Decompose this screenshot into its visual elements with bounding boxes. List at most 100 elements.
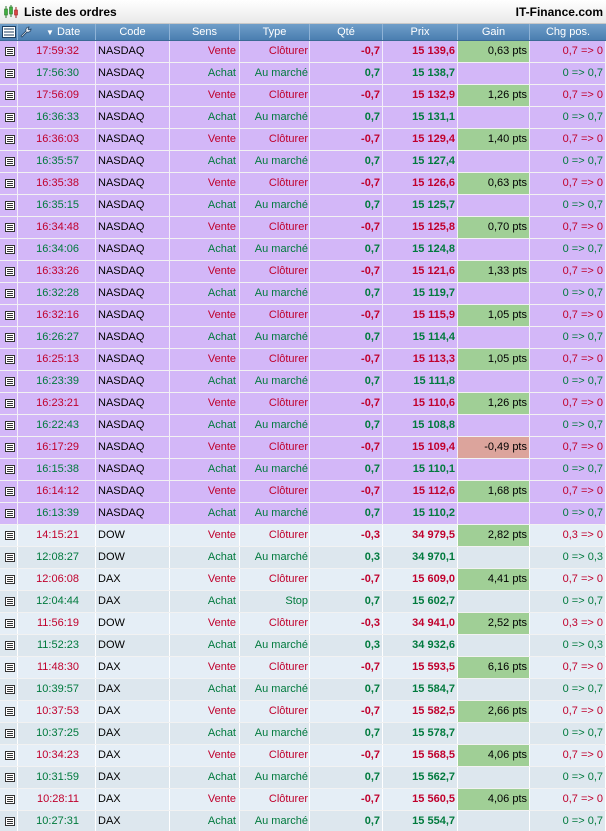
- table-row[interactable]: 14:15:21 DOW Vente Clôturer -0,3 34 979,5 2,82…: [0, 525, 606, 547]
- order-detail-icon[interactable]: [5, 465, 15, 474]
- order-detail-cell[interactable]: [0, 371, 18, 392]
- order-detail-icon[interactable]: [5, 267, 15, 276]
- order-detail-icon[interactable]: [5, 707, 15, 716]
- table-row[interactable]: 16:26:27 NASDAQ Achat Au marché 0,7 15 114,4 0…: [0, 327, 606, 349]
- order-detail-cell[interactable]: [0, 437, 18, 458]
- order-detail-cell[interactable]: [0, 239, 18, 260]
- order-detail-cell[interactable]: [0, 635, 18, 656]
- order-detail-cell[interactable]: [0, 767, 18, 788]
- table-row[interactable]: 12:08:27 DOW Achat Au marché 0,3 34 970,1 0 =>…: [0, 547, 606, 569]
- order-detail-cell[interactable]: [0, 261, 18, 282]
- table-row[interactable]: 16:36:33 NASDAQ Achat Au marché 0,7 15 131,1 0…: [0, 107, 606, 129]
- table-row[interactable]: 16:34:06 NASDAQ Achat Au marché 0,7 15 124,8 0…: [0, 239, 606, 261]
- order-detail-icon[interactable]: [5, 289, 15, 298]
- order-detail-cell[interactable]: [0, 591, 18, 612]
- table-row[interactable]: 12:04:44 DAX Achat Stop 0,7 15 602,7 0 => 0,7: [0, 591, 606, 613]
- order-detail-icon[interactable]: [5, 685, 15, 694]
- order-detail-icon[interactable]: [5, 333, 15, 342]
- table-row[interactable]: 16:22:43 NASDAQ Achat Au marché 0,7 15 108,8 0…: [0, 415, 606, 437]
- order-detail-icon[interactable]: [5, 399, 15, 408]
- table-row[interactable]: 16:15:38 NASDAQ Achat Au marché 0,7 15 110,1 0…: [0, 459, 606, 481]
- table-row[interactable]: 10:27:31 DAX Achat Au marché 0,7 15 554,7 0 =>…: [0, 811, 606, 831]
- order-detail-cell[interactable]: [0, 701, 18, 722]
- order-detail-cell[interactable]: [0, 349, 18, 370]
- order-detail-cell[interactable]: [0, 217, 18, 238]
- column-header-date[interactable]: ▼ Date: [34, 24, 96, 40]
- order-detail-cell[interactable]: [0, 503, 18, 524]
- table-row[interactable]: 16:35:38 NASDAQ Vente Clôturer -0,7 15 126,6 0…: [0, 173, 606, 195]
- order-detail-icon[interactable]: [5, 179, 15, 188]
- table-row[interactable]: 16:13:39 NASDAQ Achat Au marché 0,7 15 110,2 0…: [0, 503, 606, 525]
- order-detail-cell[interactable]: [0, 393, 18, 414]
- order-detail-icon[interactable]: [5, 355, 15, 364]
- order-detail-icon[interactable]: [5, 443, 15, 452]
- order-detail-icon[interactable]: [5, 487, 15, 496]
- table-row[interactable]: 17:59:32 NASDAQ Vente Clôturer -0,7 15 139,6 0…: [0, 41, 606, 63]
- column-header-sens[interactable]: Sens: [170, 24, 240, 40]
- table-row[interactable]: 17:56:09 NASDAQ Vente Clôturer -0,7 15 132,9 1…: [0, 85, 606, 107]
- order-detail-icon[interactable]: [5, 751, 15, 760]
- order-detail-icon[interactable]: [5, 531, 15, 540]
- order-detail-cell[interactable]: [0, 459, 18, 480]
- order-detail-icon[interactable]: [5, 245, 15, 254]
- table-row[interactable]: 11:56:19 DOW Vente Clôturer -0,3 34 941,0 2,52…: [0, 613, 606, 635]
- order-detail-icon[interactable]: [5, 663, 15, 672]
- order-detail-icon[interactable]: [5, 729, 15, 738]
- order-detail-cell[interactable]: [0, 679, 18, 700]
- table-row[interactable]: 16:23:39 NASDAQ Achat Au marché 0,7 15 111,8 0…: [0, 371, 606, 393]
- table-row[interactable]: 10:34:23 DAX Vente Clôturer -0,7 15 568,5 4,06…: [0, 745, 606, 767]
- table-row[interactable]: 16:17:29 NASDAQ Vente Clôturer -0,7 15 109,4-…: [0, 437, 606, 459]
- column-header-code[interactable]: Code: [96, 24, 170, 40]
- order-detail-icon[interactable]: [5, 47, 15, 56]
- order-detail-icon[interactable]: [5, 377, 15, 386]
- table-row[interactable]: 16:14:12 NASDAQ Vente Clôturer -0,7 15 112,6 1…: [0, 481, 606, 503]
- order-detail-cell[interactable]: [0, 41, 18, 62]
- order-detail-cell[interactable]: [0, 85, 18, 106]
- columns-menu-icon[interactable]: [0, 24, 18, 40]
- column-header-chg-pos[interactable]: Chg pos.: [530, 24, 606, 40]
- table-row[interactable]: 10:39:57 DAX Achat Au marché 0,7 15 584,7 0 =>…: [0, 679, 606, 701]
- order-detail-icon[interactable]: [5, 91, 15, 100]
- order-detail-cell[interactable]: [0, 305, 18, 326]
- order-detail-icon[interactable]: [5, 201, 15, 210]
- table-row[interactable]: 16:35:15 NASDAQ Achat Au marché 0,7 15 125,7 0…: [0, 195, 606, 217]
- table-row[interactable]: 16:25:13 NASDAQ Vente Clôturer -0,7 15 113,3 1…: [0, 349, 606, 371]
- column-header-gain[interactable]: Gain: [458, 24, 530, 40]
- order-detail-cell[interactable]: [0, 327, 18, 348]
- order-detail-cell[interactable]: [0, 151, 18, 172]
- order-detail-icon[interactable]: [5, 795, 15, 804]
- order-detail-icon[interactable]: [5, 135, 15, 144]
- table-row[interactable]: 11:52:23 DOW Achat Au marché 0,3 34 932,6 0 =>…: [0, 635, 606, 657]
- order-detail-cell[interactable]: [0, 811, 18, 831]
- table-row[interactable]: 10:37:25 DAX Achat Au marché 0,7 15 578,7 0 =>…: [0, 723, 606, 745]
- wrench-icon[interactable]: [18, 24, 34, 40]
- order-detail-cell[interactable]: [0, 195, 18, 216]
- order-detail-icon[interactable]: [5, 421, 15, 430]
- order-detail-cell[interactable]: [0, 481, 18, 502]
- table-row[interactable]: 16:33:26 NASDAQ Vente Clôturer -0,7 15 121,6 1…: [0, 261, 606, 283]
- table-row[interactable]: 10:28:11 DAX Vente Clôturer -0,7 15 560,5 4,06…: [0, 789, 606, 811]
- table-row[interactable]: 10:31:59 DAX Achat Au marché 0,7 15 562,7 0 =>…: [0, 767, 606, 789]
- column-header-prix[interactable]: Prix: [383, 24, 458, 40]
- order-detail-icon[interactable]: [5, 553, 15, 562]
- table-row[interactable]: 16:32:16 NASDAQ Vente Clôturer -0,7 15 115,9 1…: [0, 305, 606, 327]
- table-row[interactable]: 16:36:03 NASDAQ Vente Clôturer -0,7 15 129,4 1…: [0, 129, 606, 151]
- table-row[interactable]: 16:34:48 NASDAQ Vente Clôturer -0,7 15 125,8 0…: [0, 217, 606, 239]
- order-detail-cell[interactable]: [0, 569, 18, 590]
- table-row[interactable]: 16:32:28 NASDAQ Achat Au marché 0,7 15 119,7 0…: [0, 283, 606, 305]
- order-detail-cell[interactable]: [0, 657, 18, 678]
- table-row[interactable]: 17:56:30 NASDAQ Achat Au marché 0,7 15 138,7 0…: [0, 63, 606, 85]
- table-row[interactable]: 10:37:53 DAX Vente Clôturer -0,7 15 582,5 2,66…: [0, 701, 606, 723]
- order-detail-cell[interactable]: [0, 173, 18, 194]
- order-detail-icon[interactable]: [5, 223, 15, 232]
- order-detail-cell[interactable]: [0, 745, 18, 766]
- order-detail-cell[interactable]: [0, 129, 18, 150]
- order-detail-cell[interactable]: [0, 415, 18, 436]
- order-detail-cell[interactable]: [0, 547, 18, 568]
- table-row[interactable]: 16:23:21 NASDAQ Vente Clôturer -0,7 15 110,6 1…: [0, 393, 606, 415]
- order-detail-icon[interactable]: [5, 575, 15, 584]
- column-header-qte[interactable]: Qté: [310, 24, 383, 40]
- order-detail-cell[interactable]: [0, 107, 18, 128]
- table-row[interactable]: 12:06:08 DAX Vente Clôturer -0,7 15 609,0 4,41…: [0, 569, 606, 591]
- order-detail-icon[interactable]: [5, 597, 15, 606]
